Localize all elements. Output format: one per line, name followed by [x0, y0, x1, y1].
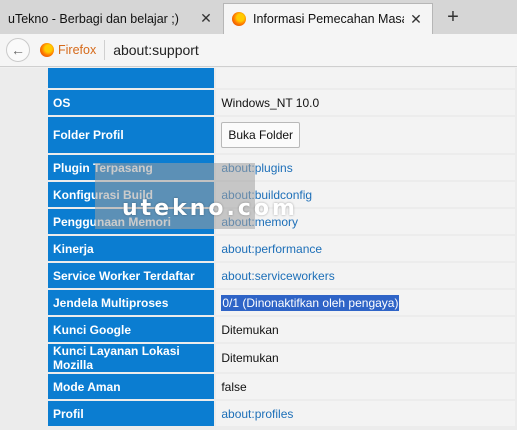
identity-box[interactable]: Firefox [40, 40, 106, 60]
row-key [48, 68, 215, 88]
back-button[interactable]: ← [6, 38, 30, 62]
row-value-cell: Buka Folder [216, 117, 515, 153]
watermark-text: utekno.com [122, 196, 298, 221]
row-value-cell: 0/1 (Dinonaktifkan oleh pengaya) [216, 290, 515, 315]
tab-utekno[interactable]: uTekno - Berbagi dan belajar ;) ✕ [0, 3, 222, 34]
tab-label: uTekno - Berbagi dan belajar ;) [8, 11, 179, 26]
row-link[interactable]: about:serviceworkers [221, 269, 334, 283]
row-key: Kinerja [48, 236, 215, 261]
row-value-cell: false [216, 374, 515, 399]
page-content: OS Windows_NT 10.0 Folder Profil Buka Folde… [0, 68, 517, 430]
row-value-cell: Ditemukan [216, 317, 515, 342]
navigation-bar: ← Firefox about:support [0, 34, 517, 67]
row-value-cell [216, 68, 515, 88]
tab-troubleshooting[interactable]: Informasi Pemecahan Masalah ✕ [223, 3, 433, 34]
firefox-icon [40, 43, 54, 57]
selected-text: 0/1 (Dinonaktifkan oleh pengaya) [221, 294, 400, 311]
row-value: Windows_NT 10.0 [221, 95, 320, 110]
row-value-cell: about:serviceworkers [216, 263, 515, 288]
row-key: Service Worker Terdaftar [48, 263, 215, 288]
tab-strip: uTekno - Berbagi dan belajar ;) ✕ Inform… [0, 0, 517, 34]
row-value-cell: about:profiles [216, 401, 515, 426]
row-value-cell: Windows_NT 10.0 [216, 90, 515, 115]
row-key: Kunci Google [48, 317, 215, 342]
row-value-cell: about:performance [216, 236, 515, 261]
row-key: Profil [48, 401, 215, 426]
firefox-icon [232, 12, 246, 26]
support-table: OS Windows_NT 10.0 Folder Profil Buka Folde… [46, 68, 517, 428]
row-value-cell: Ditemukan [216, 344, 515, 372]
table-row: Kinerja about:performance [48, 236, 515, 261]
row-key: Folder Profil [48, 117, 215, 153]
table-row: Jendela Multiproses 0/1 (Dinonaktifkan ol… [48, 290, 515, 315]
table-row: Folder Profil Buka Folder [48, 117, 515, 153]
close-icon[interactable]: ✕ [408, 11, 424, 27]
row-key: OS [48, 90, 215, 115]
url-bar[interactable]: about:support [113, 42, 199, 58]
open-folder-button[interactable]: Buka Folder [221, 122, 301, 148]
row-link[interactable]: about:profiles [221, 407, 293, 421]
table-row [48, 68, 515, 88]
table-row: Profil about:profiles [48, 401, 515, 426]
row-value: Ditemukan [221, 322, 279, 337]
row-value: Ditemukan [221, 351, 279, 365]
row-value: false [221, 379, 247, 394]
table-row: OS Windows_NT 10.0 [48, 90, 515, 115]
row-key: Jendela Multiproses [48, 290, 215, 315]
close-icon[interactable]: ✕ [198, 10, 214, 27]
new-tab-button[interactable]: + [440, 3, 466, 31]
row-key: Mode Aman [48, 374, 215, 399]
table-row: Kunci Layanan Lokasi Mozilla Ditemukan [48, 344, 515, 372]
tab-label: Informasi Pemecahan Masalah [253, 12, 404, 26]
row-link[interactable]: about:performance [221, 242, 322, 256]
table-row: Mode Aman false [48, 374, 515, 399]
row-key: Kunci Layanan Lokasi Mozilla [48, 344, 215, 372]
table-row: Kunci Google Ditemukan [48, 317, 515, 342]
row-value-cell: about:plugins [216, 155, 515, 180]
identity-label: Firefox [58, 43, 97, 57]
table-row: Service Worker Terdaftar about:servicewor… [48, 263, 515, 288]
